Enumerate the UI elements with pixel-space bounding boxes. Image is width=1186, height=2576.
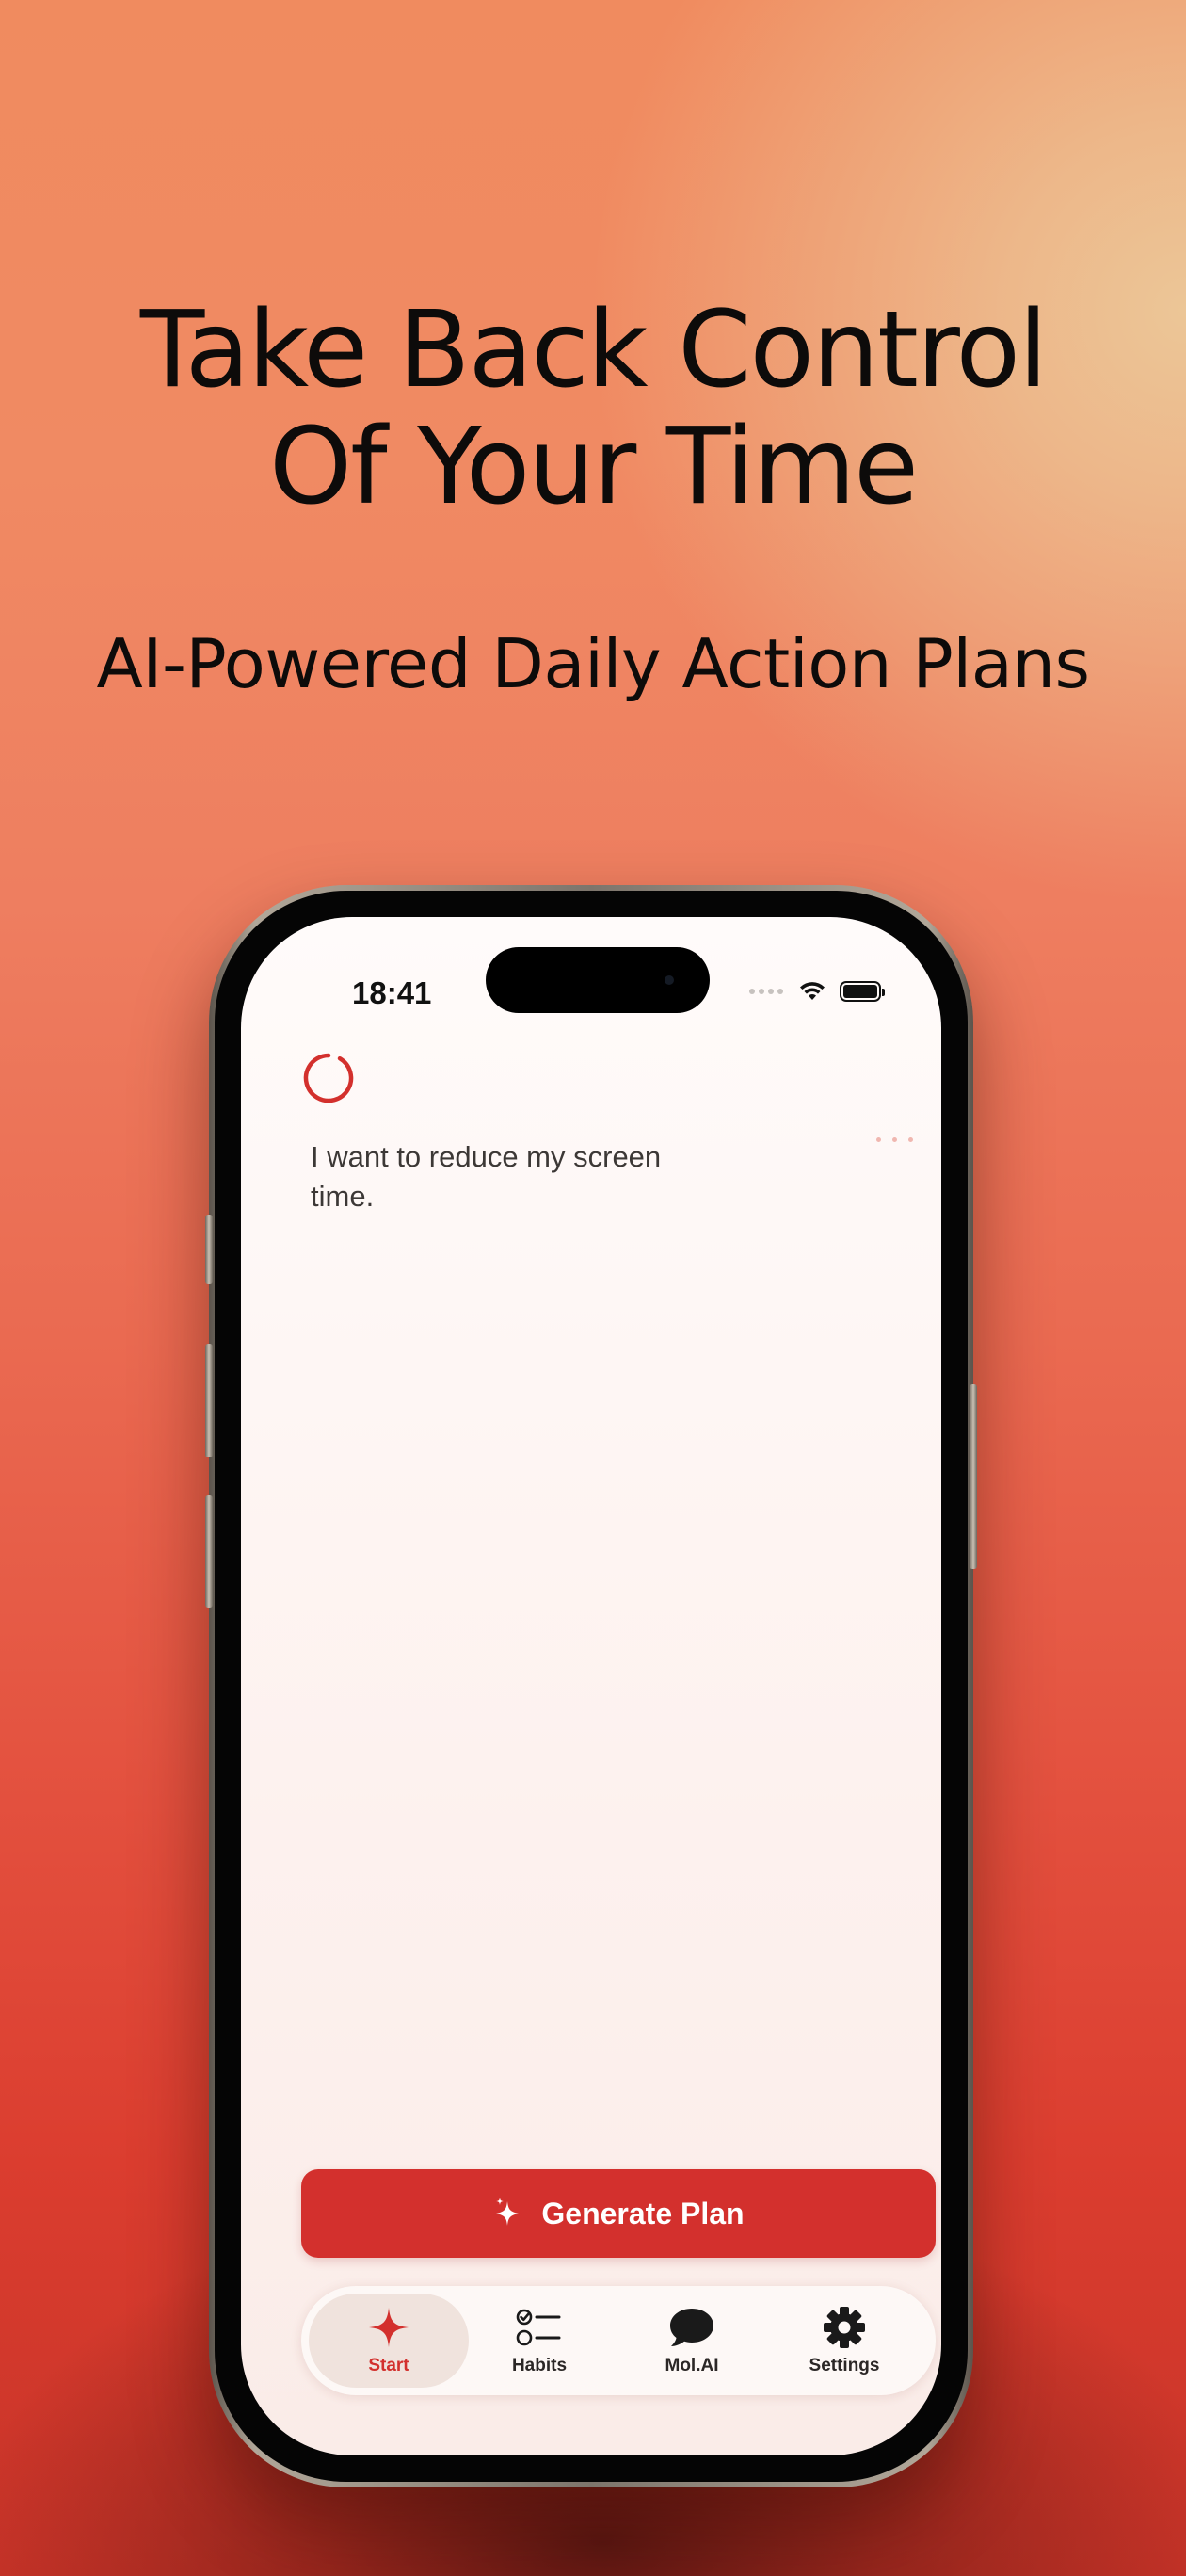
- status-icons: [749, 981, 885, 1002]
- chat-bubble-icon: [667, 2303, 716, 2352]
- tab-bar: Start Habits Mol.AI Settings: [301, 2286, 936, 2395]
- headline-line-2: Of Your Time: [269, 406, 919, 528]
- volume-down-button: [205, 1495, 213, 1608]
- tab-start[interactable]: Start: [309, 2294, 469, 2388]
- wifi-icon: [800, 982, 825, 1000]
- power-button: [970, 1384, 977, 1569]
- generate-plan-label: Generate Plan: [541, 2196, 745, 2230]
- volume-up-button: [205, 1344, 213, 1457]
- prompt-text: I want to reduce my screen time.: [311, 1140, 662, 1213]
- tab-settings[interactable]: Settings: [764, 2294, 924, 2388]
- dynamic-island: [486, 947, 710, 1013]
- tab-habits-label: Habits: [511, 2356, 568, 2375]
- tab-mol-ai-label: Mol.AI: [665, 2356, 719, 2375]
- progress-ring-icon: [303, 1053, 354, 1103]
- sparkle-icon: [496, 2198, 520, 2226]
- action-button: [205, 1215, 213, 1284]
- battery-icon: [840, 981, 885, 1002]
- tab-habits[interactable]: Habits: [459, 2294, 619, 2388]
- tab-mol-ai[interactable]: Mol.AI: [612, 2294, 772, 2388]
- signal-icon: [749, 989, 783, 994]
- subheadline: AI-Powered Daily Action Plans: [96, 624, 1090, 703]
- tab-settings-label: Settings: [809, 2356, 880, 2375]
- promo-canvas: Take Back Control Of Your Time AI-Powere…: [0, 0, 1186, 2576]
- status-time: 18:41: [352, 975, 432, 1010]
- phone-mockup: 18:41 I want to reduce my screen time. G…: [205, 885, 977, 2487]
- camera-dot: [665, 975, 674, 985]
- phone-screen: 18:41 I want to reduce my screen time. G…: [241, 917, 941, 2455]
- star-icon: [367, 2303, 410, 2352]
- generate-plan-button[interactable]: Generate Plan: [301, 2169, 936, 2258]
- phone-bezel: 18:41 I want to reduce my screen time. G…: [215, 891, 968, 2482]
- headline: Take Back Control Of Your Time: [0, 292, 1186, 525]
- tab-start-label: Start: [368, 2356, 409, 2375]
- checklist-icon: [516, 2303, 563, 2352]
- ellipsis-icon: [876, 1137, 913, 1142]
- headline-line-1: Take Back Control: [139, 289, 1048, 411]
- gear-icon: [822, 2303, 867, 2352]
